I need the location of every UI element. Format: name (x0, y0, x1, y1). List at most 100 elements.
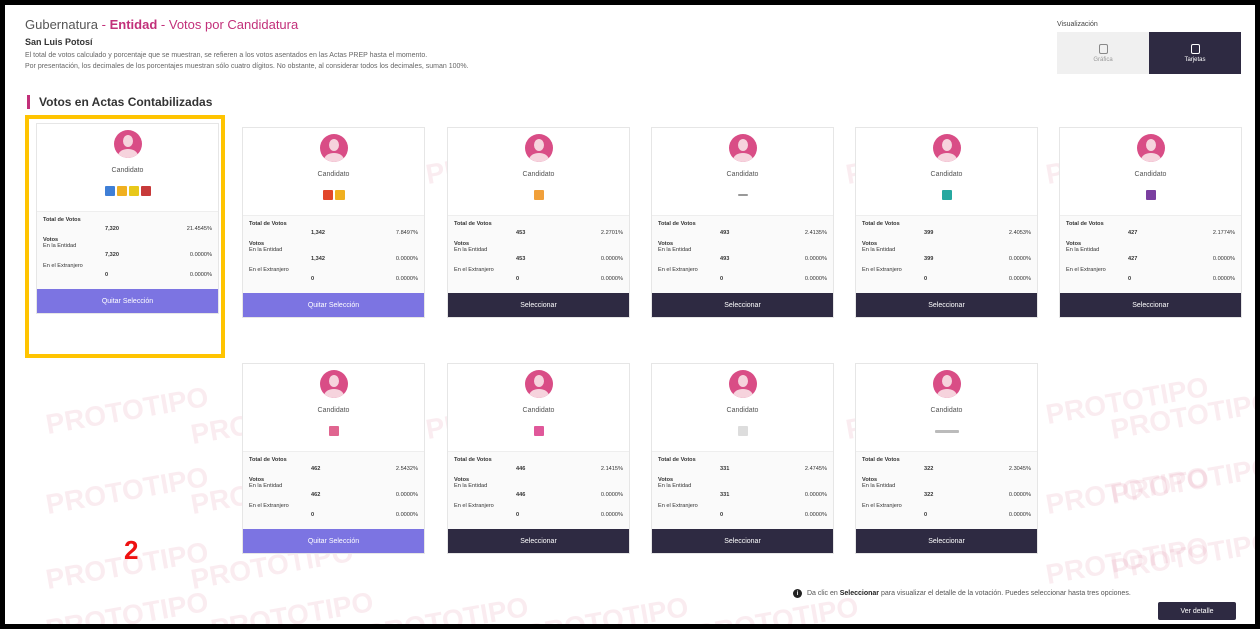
candidate-card: Candidato Total de Votos 446 2.1415% Votos En… (447, 363, 630, 554)
total-votes-row: 462 2.5432% (311, 466, 418, 472)
candidate-name: Candidato (726, 407, 759, 414)
candidate-name: Candidato (930, 407, 963, 414)
candidate-avatar-icon (1136, 134, 1165, 162)
select-button[interactable]: Seleccionar (652, 293, 833, 317)
total-votes-label: Total de Votos (454, 221, 492, 227)
select-button[interactable]: Seleccionar (652, 529, 833, 553)
selection-highlight-box (25, 115, 225, 358)
party-logos (856, 426, 1037, 437)
candidate-avatar-icon (319, 370, 348, 398)
page-header: Gubernatura - Entidad - Votos por Candid… (25, 17, 469, 72)
total-votes-row: 399 2.4053% (924, 230, 1031, 236)
info-note: El total de votos calculado y porcentaje… (25, 51, 469, 72)
candidate-stats: Total de Votos 322 2.3045% Votos En la Entid… (856, 451, 1037, 529)
candidate-stats: Total de Votos 427 2.1774% Votos En la Entid… (1060, 215, 1241, 293)
total-votes-label: Total de Votos (249, 221, 287, 227)
party-logos (448, 426, 629, 437)
party-logos (856, 190, 1037, 201)
candidate-stats: Total de Votos 453 2.2701% Votos En la Entid… (448, 215, 629, 293)
entity-votes-row: 493 0.0000% (720, 256, 827, 262)
select-button[interactable]: Seleccionar (1060, 293, 1241, 317)
abroad-votes-row: 0 0.0000% (720, 276, 827, 282)
candidate-avatar-icon (524, 134, 553, 162)
party-logos (243, 426, 424, 437)
candidate-name: Candidato (522, 407, 555, 414)
entity-votes-row: 462 0.0000% (311, 492, 418, 498)
candidate-card: Candidato Total de Votos 399 2.4053% Votos En… (855, 127, 1038, 318)
select-button[interactable]: Seleccionar (448, 293, 629, 317)
candidate-card: Candidato Total de Votos 427 2.1774% Votos En… (1059, 127, 1242, 318)
abroad-label: En el Extranjero (249, 503, 289, 509)
abroad-label: En el Extranjero (1066, 267, 1106, 273)
watermark-text: PROTOTIPO (1108, 525, 1255, 586)
party-logos (1060, 190, 1241, 201)
entity-votes-row: 399 0.0000% (924, 256, 1031, 262)
watermark-text: PROTOTIPO (1043, 370, 1211, 431)
watermark-text: PROTOTIPO (1108, 450, 1255, 511)
candidate-name: Candidato (317, 171, 350, 178)
party-logos (652, 426, 833, 437)
candidate-stats: Total de Votos 1,342 7.8497% Votos En la Ent… (243, 215, 424, 293)
party-logo-icon (1145, 190, 1156, 200)
abroad-votes-row: 0 0.0000% (924, 512, 1031, 518)
entity-label: En la Entidad (454, 483, 488, 489)
annotation-number: 2 (124, 535, 139, 565)
info-note-line: El total de votos calculado y porcentaje… (25, 52, 428, 59)
candidate-name: Candidato (522, 171, 555, 178)
candidate-card: Candidato Total de Votos 331 2.4745% Votos En… (651, 363, 834, 554)
footer-hint-text: Da clic en Seleccionar para visualizar e… (807, 590, 1131, 597)
entity-label: En la Entidad (862, 483, 896, 489)
abroad-votes-row: 0 0.0000% (1128, 276, 1235, 282)
watermark-text: PROTOTIPO (43, 585, 211, 624)
select-button[interactable]: Seleccionar (448, 529, 629, 553)
visualization-switch: Visualización Gráfica Tarjetas (1057, 21, 1241, 74)
entity-votes-row: 322 0.0000% (924, 492, 1031, 498)
total-votes-row: 453 2.2701% (516, 230, 623, 236)
watermark-text: PROTOTIPO (1043, 460, 1211, 521)
remove-selection-button[interactable]: Quitar Selección (243, 529, 424, 553)
entity-label: En la Entidad (454, 247, 488, 253)
party-logo-icon (322, 190, 333, 200)
state-name: San Luis Potosí (25, 37, 93, 47)
candidate-stats: Total de Votos 446 2.1415% Votos En la Entid… (448, 451, 629, 529)
entity-label: En la Entidad (658, 247, 692, 253)
entity-label: En la Entidad (862, 247, 896, 253)
chart-view-label: Gráfica (1093, 56, 1113, 63)
breadcrumb-level2[interactable]: Entidad (110, 17, 158, 32)
breadcrumb-level1[interactable]: Gubernatura (25, 17, 98, 32)
party-logo-icon (533, 190, 544, 200)
candidate-stats: Total de Votos 399 2.4053% Votos En la Entid… (856, 215, 1037, 293)
select-button[interactable]: Seleccionar (856, 293, 1037, 317)
abroad-votes-row: 0 0.0000% (311, 512, 418, 518)
candidate-name: Candidato (317, 407, 350, 414)
cards-view-button[interactable]: Tarjetas (1149, 32, 1241, 74)
candidate-avatar-icon (932, 370, 961, 398)
visualization-label: Visualización (1057, 21, 1098, 28)
candidate-card: Candidato Total de Votos 493 2.4135% Votos En… (651, 127, 834, 318)
abroad-label: En el Extranjero (862, 503, 902, 509)
breadcrumb-level3: Votos por Candidatura (168, 17, 299, 32)
total-votes-label: Total de Votos (862, 221, 900, 227)
view-detail-button[interactable]: Ver detalle (1158, 602, 1236, 620)
candidate-avatar-icon (319, 134, 348, 162)
total-votes-row: 427 2.1774% (1128, 230, 1235, 236)
chart-view-button[interactable]: Gráfica (1057, 32, 1149, 74)
abroad-votes-row: 0 0.0000% (516, 512, 623, 518)
party-logo-icon (941, 190, 952, 200)
abroad-label: En el Extranjero (454, 267, 494, 273)
abroad-label: En el Extranjero (249, 267, 289, 273)
remove-selection-button[interactable]: Quitar Selección (243, 293, 424, 317)
abroad-votes-row: 0 0.0000% (516, 276, 623, 282)
entity-votes-row: 427 0.0000% (1128, 256, 1235, 262)
entity-votes-row: 331 0.0000% (720, 492, 827, 498)
party-logo-icon (533, 426, 544, 436)
watermark-text: PROTOTIPO (523, 590, 691, 624)
info-icon: i (793, 589, 802, 598)
watermark-text: PROTOTIPO (43, 460, 211, 521)
watermark-text: PROTOTIPO (43, 380, 211, 441)
party-logo-icon (737, 194, 748, 196)
watermark-text: PROTOTIPO (1043, 530, 1211, 591)
party-logo-icon (934, 430, 959, 433)
select-button[interactable]: Seleccionar (856, 529, 1037, 553)
total-votes-label: Total de Votos (658, 457, 696, 463)
